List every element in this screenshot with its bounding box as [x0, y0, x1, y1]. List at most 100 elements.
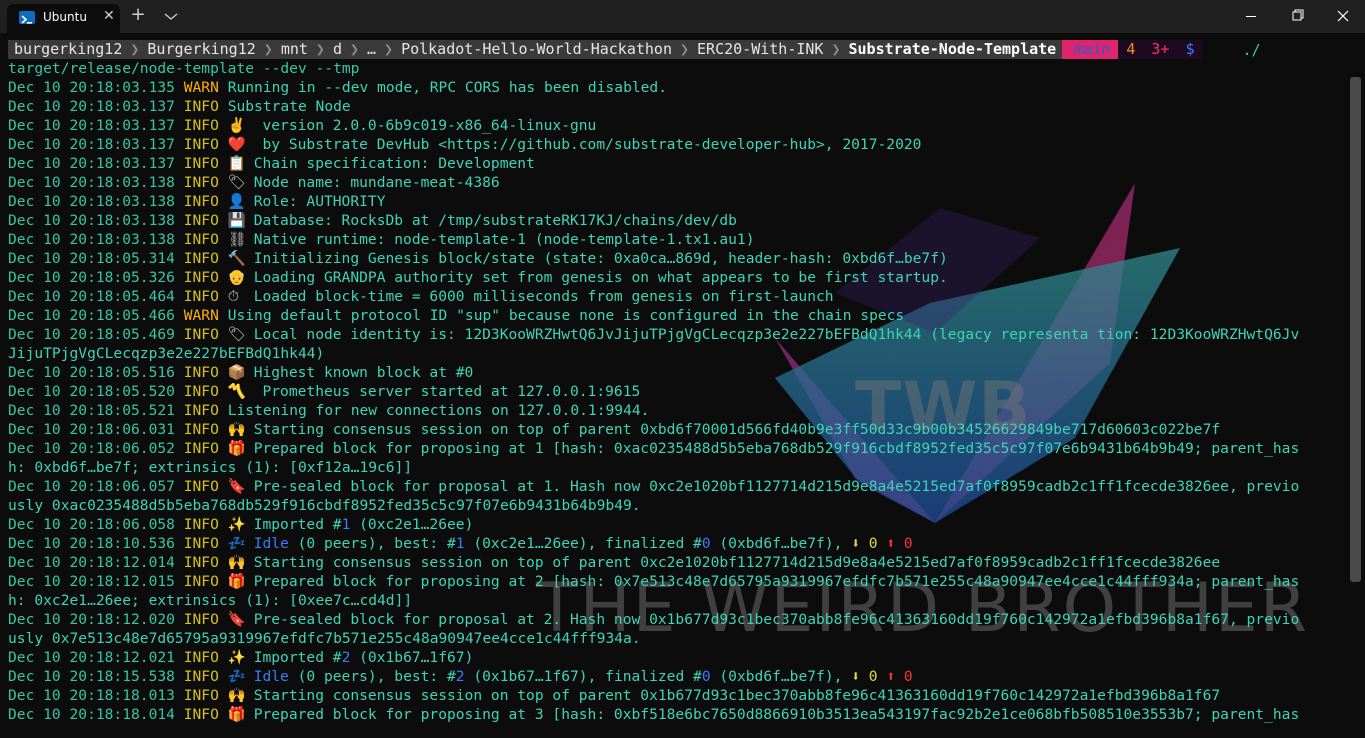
log-level: INFO [183, 117, 219, 134]
path-segment: Substrate-Node-Template [842, 40, 1063, 59]
log-message: Using default protocol ID "sup" because … [227, 307, 905, 324]
idle-label: Idle [253, 535, 289, 552]
log-line: Dec 10 20:18:12.020 INFO 🔖 Pre-sealed blo… [8, 610, 1299, 629]
scrollbar[interactable] [1350, 77, 1361, 582]
log-level: INFO [183, 668, 219, 685]
log-message: Running in --dev mode, RPC CORS has been… [227, 79, 667, 96]
log-emoji-icon: 👤 [227, 193, 246, 210]
log-message: Prepared block for proposing at 2 [hash:… [253, 573, 1300, 590]
log-line: Dec 10 20:18:10.536 INFO 💤 Idle (0 peers)… [8, 534, 1299, 553]
log-message: (0xc2e1…26ee) [350, 516, 474, 533]
log-timestamp: Dec 10 20:18:12.014 [8, 554, 175, 571]
log-level: INFO [183, 231, 219, 248]
close-window-button[interactable] [1320, 4, 1365, 28]
log-message: Database: RocksDb at /tmp/substrateRK17K… [253, 212, 737, 229]
log-level: INFO [183, 440, 219, 457]
log-line: Dec 10 20:18:12.014 INFO 🙌 Starting conse… [8, 553, 1299, 572]
log-level: INFO [183, 250, 219, 267]
log-level: INFO [183, 687, 219, 704]
path-segment: Burgerking12 [141, 40, 262, 59]
log-line: Dec 10 20:18:03.137 INFO ✌️ version 2.0.… [8, 116, 1299, 135]
log-message: usly 0x7e513c48e7d65795a9319967efdfc7b57… [8, 630, 641, 647]
log-emoji-icon: 〽️ [227, 383, 246, 400]
title-bar: Ubuntu ✕ + [0, 0, 1365, 33]
log-timestamp: Dec 10 20:18:06.052 [8, 440, 175, 457]
prompt-bar: burgerking12 ❯ Burgerking12 ❯ mnt ❯ d ❯… ❯ Polkad… [8, 40, 1261, 59]
best-block: 2 [455, 668, 465, 685]
prompt-dollar: $ [1177, 40, 1203, 59]
log-line: Dec 10 20:18:05.516 INFO 📦 Highest known … [8, 363, 1299, 382]
maximize-button[interactable] [1274, 4, 1320, 28]
log-message: Pre-sealed block for proposal at 1. Hash… [253, 478, 1300, 495]
log-timestamp: Dec 10 20:18:05.520 [8, 383, 175, 400]
path-separator-icon: ❯ [829, 40, 843, 59]
log-line: Dec 10 20:18:06.031 INFO 🙌 Starting conse… [8, 420, 1299, 439]
log-emoji-icon: 💤 [227, 668, 246, 685]
log-emoji-icon: 🏷 [227, 174, 247, 191]
path-segment: Polkadot-Hello-World-Hackathon [395, 40, 678, 59]
log-message: Loaded block-time = 6000 milliseconds fr… [253, 288, 834, 305]
log-timestamp: Dec 10 20:18:03.138 [8, 174, 175, 191]
log-message: usly 0xac0235488d5b5eba768db529f916cbdf8… [8, 497, 641, 514]
log-output: target/release/node-template --dev --tmp… [8, 59, 1299, 724]
log-message: (0 peers), best: # [288, 668, 456, 685]
log-level: INFO [183, 478, 219, 495]
path-segment: burgerking12 [8, 40, 129, 59]
log-timestamp: Dec 10 20:18:06.058 [8, 516, 175, 533]
log-timestamp: Dec 10 20:18:06.057 [8, 478, 175, 495]
log-emoji-icon: ✌️ [227, 117, 246, 134]
log-timestamp: Dec 10 20:18:03.138 [8, 212, 175, 229]
log-line: Dec 10 20:18:05.520 INFO 〽️ Prometheus s… [8, 382, 1299, 401]
log-emoji-icon: 🏷 [227, 326, 247, 343]
log-emoji-icon: 💾 [227, 212, 246, 229]
log-emoji-icon: ✨ [227, 516, 246, 533]
log-timestamp: Dec 10 20:18:05.326 [8, 269, 175, 286]
log-line: Dec 10 20:18:03.138 INFO 💾 Database: Rock… [8, 211, 1299, 230]
chevron-down-icon[interactable] [162, 6, 180, 26]
log-timestamp: Dec 10 20:18:18.014 [8, 706, 175, 723]
log-message: (0xbd6f…be7f), [710, 535, 852, 552]
path-separator-icon: ❯ [128, 40, 142, 59]
log-emoji-icon: 🙌 [227, 421, 246, 438]
new-tab-button[interactable]: + [128, 4, 148, 28]
log-message: Starting consensus session on top of par… [253, 554, 1221, 571]
log-emoji-icon: 🔖 [227, 611, 246, 628]
log-message: JijuTPjgVgCLecqzp3e2e227bEFBdQ1hk44) [8, 345, 325, 362]
log-level: INFO [183, 364, 219, 381]
log-message: Pre-sealed block for proposal at 2. Hash… [253, 611, 1300, 628]
log-timestamp: Dec 10 20:18:03.137 [8, 136, 175, 153]
path-separator-icon: ❯ [347, 40, 361, 59]
tab-ubuntu[interactable]: Ubuntu ✕ [7, 4, 120, 33]
upload-arrow-icon: ⬆ 0 [886, 535, 913, 552]
log-level: INFO [183, 535, 219, 552]
log-timestamp: Dec 10 20:18:05.469 [8, 326, 175, 343]
log-line: Dec 10 20:18:06.052 INFO 🎁 Prepared block… [8, 439, 1299, 458]
log-line: h: 0xc2e1…26ee; extrinsics (1): [0xee7c…… [8, 591, 1299, 610]
path-segment: d [326, 40, 348, 59]
log-emoji-icon: 📋 [227, 155, 246, 172]
log-level: INFO [183, 402, 219, 419]
log-message: Substrate Node [227, 98, 351, 115]
finalized-block: 0 [701, 535, 711, 552]
log-level: INFO [183, 326, 219, 343]
log-message: Initializing Genesis block/state (state:… [253, 250, 948, 267]
log-message: h: 0xc2e1…26ee; extrinsics (1): [0xee7c…… [8, 592, 413, 609]
log-emoji-icon: 🎁 [227, 440, 246, 457]
log-message: version 2.0.0-6b9c019-x86_64-linux-gnu [253, 117, 597, 134]
log-line: usly 0x7e513c48e7d65795a9319967efdfc7b57… [8, 629, 1299, 648]
close-icon[interactable]: ✕ [103, 8, 115, 24]
log-line: Dec 10 20:18:05.469 INFO 🏷 Local node ide… [8, 325, 1299, 344]
log-line: Dec 10 20:18:06.058 INFO ✨ Imported #1 (0… [8, 515, 1299, 534]
log-level: INFO [183, 269, 219, 286]
log-level: INFO [183, 193, 219, 210]
log-message: Imported # [253, 649, 342, 666]
log-level: INFO [183, 98, 219, 115]
git-stash: 4 [1118, 40, 1144, 59]
log-level: INFO [183, 421, 219, 438]
terminal-pane[interactable]: TWB THE WEIRD BROTHER burgerking12 ❯ Burge… [0, 33, 1365, 738]
log-message: Prepared block for proposing at 3 [hash:… [253, 706, 1300, 723]
log-level: INFO [183, 706, 219, 723]
path-segment: … [361, 40, 383, 59]
log-line: JijuTPjgVgCLecqzp3e2e227bEFBdQ1hk44) [8, 344, 1299, 363]
minimize-button[interactable] [1228, 4, 1274, 28]
